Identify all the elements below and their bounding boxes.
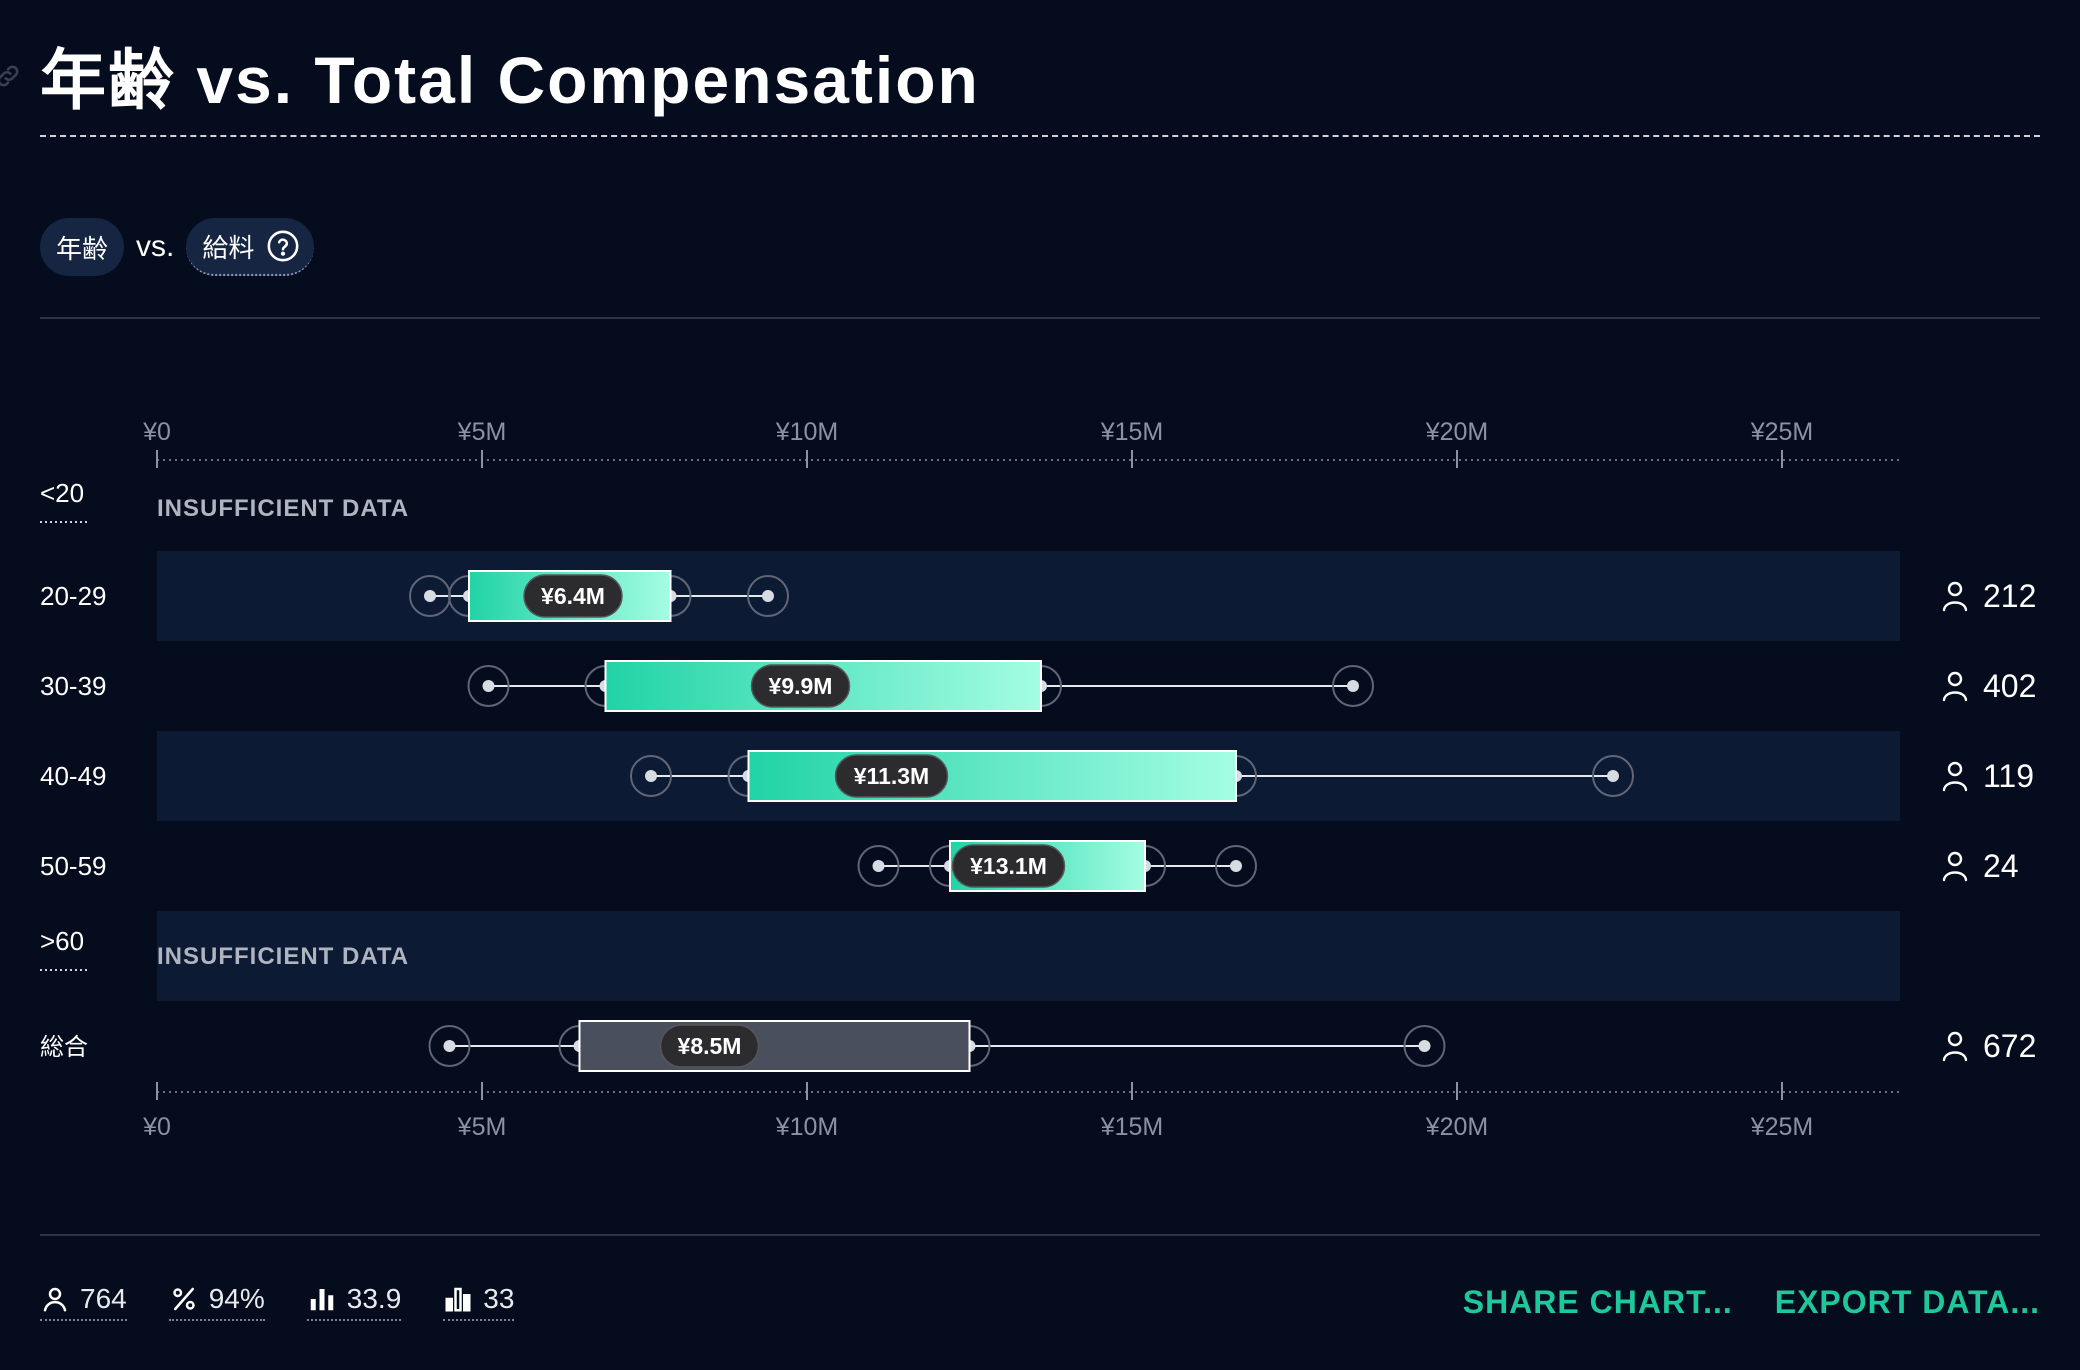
row-count: 402 xyxy=(1983,668,2036,704)
top-axis-tick-label: ¥15M xyxy=(1100,418,1164,446)
boxplot-chart: ¥0 ¥5M ¥10M ¥15M ¥20M ¥25M ¥0 ¥5M ¥10M ¥15M ¥20M ¥2… xyxy=(40,418,2036,1141)
row-label: 30-39 xyxy=(40,671,107,701)
footer-stats: 764 94% 33.9 33 xyxy=(40,1280,556,1324)
row-count: 672 xyxy=(1983,1028,2036,1064)
chart-row[interactable]: 50-59 ¥13.1M 24 xyxy=(40,840,2019,892)
median-label: ¥9.9M xyxy=(769,673,833,699)
whisker-point[interactable] xyxy=(443,1040,456,1052)
bottom-axis-tick-label: ¥20M xyxy=(1425,1113,1489,1141)
share-chart-link[interactable]: SHARE CHART... xyxy=(1463,1284,1733,1321)
row-label: <20 xyxy=(40,478,84,508)
person-icon xyxy=(1942,671,1968,702)
top-axis-tick-label: ¥10M xyxy=(775,418,839,446)
bottom-axis-tick-label: ¥0 xyxy=(142,1113,171,1141)
whisker-point[interactable] xyxy=(1347,680,1359,692)
bar-chart-icon xyxy=(310,1289,334,1311)
whisker-point[interactable] xyxy=(1230,860,1242,872)
stat-percent[interactable]: 94% xyxy=(168,1283,265,1321)
row-label: 20-29 xyxy=(40,581,107,611)
top-axis-tick-label: ¥20M xyxy=(1425,418,1489,446)
stat-value: 33.9 xyxy=(346,1283,402,1314)
whisker-point[interactable] xyxy=(645,770,657,782)
insufficient-data-label: INSUFFICIENT DATA xyxy=(157,495,409,522)
median-label: ¥6.4M xyxy=(541,583,605,609)
top-axis-tick-label: ¥5M xyxy=(457,418,507,446)
bottom-axis-tick-label: ¥5M xyxy=(457,1113,507,1141)
whisker-point[interactable] xyxy=(1418,1040,1431,1052)
person-icon xyxy=(43,1287,67,1312)
person-icon xyxy=(1942,761,1968,792)
median-label: ¥11.3M xyxy=(854,763,929,789)
chart-row[interactable]: 30-39 ¥9.9M 402 xyxy=(40,660,2036,712)
export-data-link[interactable]: EXPORT DATA... xyxy=(1775,1284,2040,1321)
footer-actions: SHARE CHART... EXPORT DATA... xyxy=(1421,1280,2040,1324)
stat-value: 33 xyxy=(483,1283,515,1314)
whisker-point[interactable] xyxy=(424,590,436,602)
insufficient-data-label: INSUFFICIENT DATA xyxy=(157,943,409,970)
stat-respondents[interactable]: 764 xyxy=(40,1283,127,1321)
row-label: >60 xyxy=(40,926,84,956)
bottom-axis-tick-label: ¥10M xyxy=(775,1113,839,1141)
row-count: 119 xyxy=(1983,758,2034,794)
top-axis-tick-label: ¥25M xyxy=(1750,418,1814,446)
top-axis-tick-label: ¥0 xyxy=(142,418,171,446)
person-icon xyxy=(1942,851,1968,882)
median-label: ¥8.5M xyxy=(678,1033,742,1059)
whisker-point[interactable] xyxy=(482,680,495,692)
bottom-axis-tick-label: ¥25M xyxy=(1750,1113,1814,1141)
stat-mean[interactable]: 33.9 xyxy=(306,1283,402,1321)
chart-row[interactable]: 総合 ¥8.5M 672 xyxy=(40,1020,2036,1072)
percent-icon xyxy=(172,1287,195,1311)
iqr-box[interactable] xyxy=(578,1020,971,1072)
row-label: 40-49 xyxy=(40,761,107,791)
row-count: 212 xyxy=(1983,578,2036,614)
bottom-axis-tick-label: ¥15M xyxy=(1100,1113,1164,1141)
chart-row[interactable]: <20 INSUFFICIENT DATA xyxy=(40,478,409,523)
row-count: 24 xyxy=(1983,848,2019,884)
median-label: ¥13.1M xyxy=(970,853,1047,879)
stat-value: 94% xyxy=(208,1283,265,1314)
whisker-point[interactable] xyxy=(762,590,774,602)
stat-value: 764 xyxy=(80,1283,127,1314)
person-icon xyxy=(1942,1031,1968,1062)
whisker-point[interactable] xyxy=(1607,770,1619,782)
section-divider-bottom xyxy=(40,1234,2040,1236)
whisker-point[interactable] xyxy=(872,860,885,872)
person-icon xyxy=(1942,581,1968,612)
bar-chart-outline-icon xyxy=(445,1287,471,1312)
row-label: 50-59 xyxy=(40,851,107,881)
row-label: 総合 xyxy=(40,1034,88,1061)
iqr-box[interactable] xyxy=(747,750,1237,802)
stat-median[interactable]: 33 xyxy=(443,1283,515,1321)
row-band xyxy=(157,551,1900,641)
row-band xyxy=(157,911,1900,1001)
